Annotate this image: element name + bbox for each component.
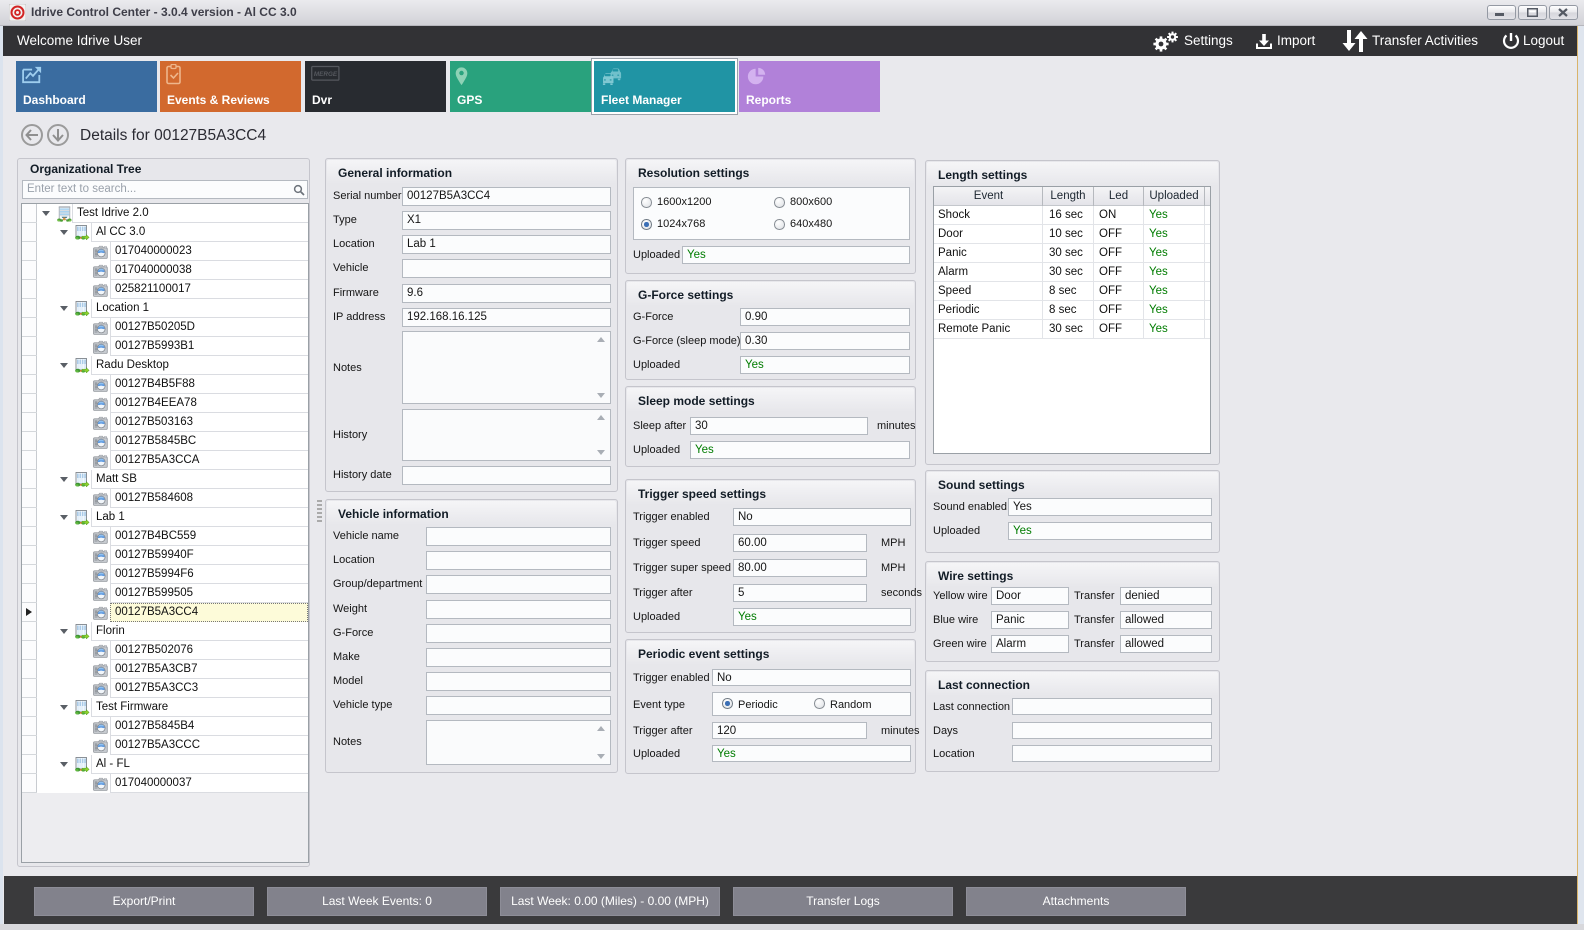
svg-text:MERGE: MERGE (314, 71, 338, 78)
